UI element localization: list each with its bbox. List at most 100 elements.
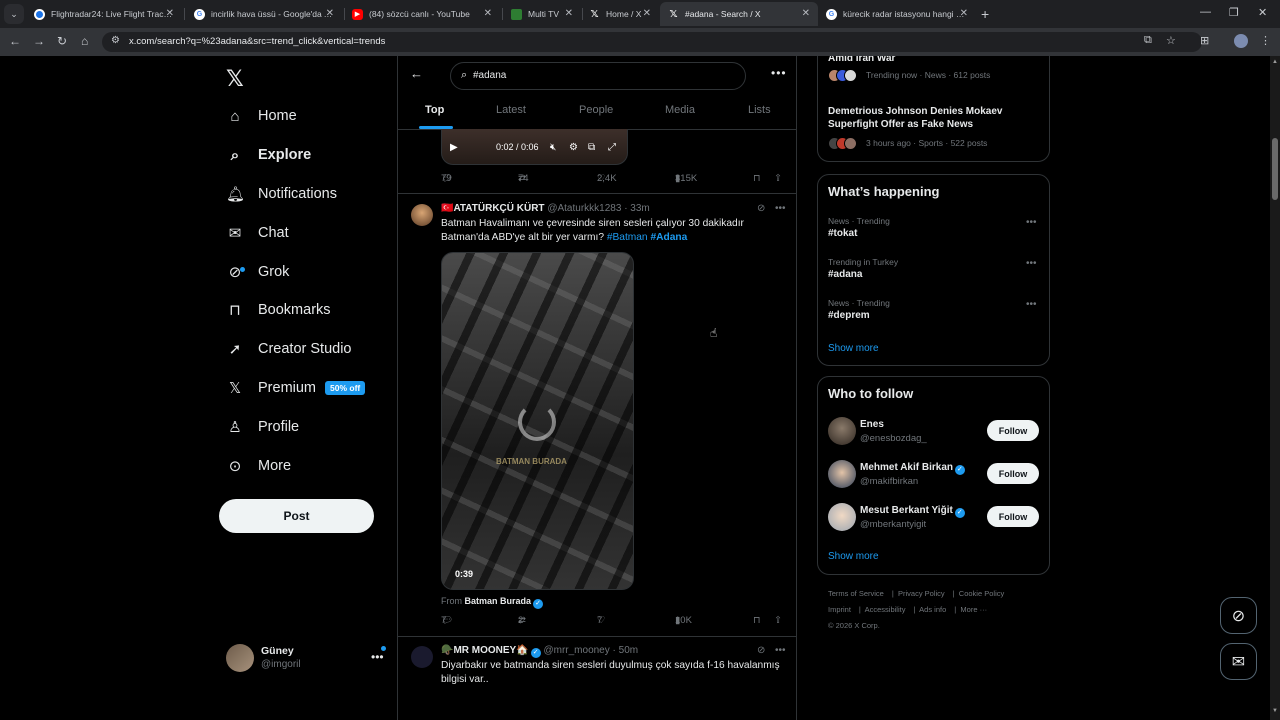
- trend-more-icon[interactable]: •••: [1026, 299, 1037, 310]
- site-info-icon[interactable]: ⚙: [111, 35, 120, 46]
- post-button[interactable]: Post: [219, 499, 374, 533]
- window-close-icon[interactable]: ✕: [1258, 6, 1267, 19]
- user-avatar[interactable]: [828, 460, 856, 488]
- trend-title[interactable]: #deprem: [828, 310, 870, 321]
- page-scrollbar[interactable]: ▲ ▼: [1270, 56, 1280, 720]
- follow-button[interactable]: Follow: [987, 420, 1039, 441]
- messages-fab-button[interactable]: ✉: [1220, 643, 1257, 680]
- account-more-icon[interactable]: •••: [371, 650, 384, 664]
- tab-close-icon[interactable]: ✕: [166, 8, 174, 19]
- search-options-icon[interactable]: •••: [771, 66, 787, 80]
- tab-people[interactable]: People: [579, 104, 613, 116]
- tweet-author-handle[interactable]: @Ataturkkk1283: [547, 203, 621, 214]
- tab-search-icon[interactable]: ⌄: [4, 4, 24, 24]
- tab-close-icon[interactable]: ✕: [960, 8, 968, 19]
- back-arrow-icon[interactable]: ←: [410, 66, 423, 81]
- tweet-time[interactable]: · 33m: [624, 203, 650, 214]
- previous-tweet-video[interactable]: ▶ 0:02 / 0:06 🔇︎ ⚙ ⧉ ⤢: [441, 129, 628, 165]
- tweet-time[interactable]: · 50m: [613, 645, 639, 656]
- browser-tab-google-kurecik[interactable]: G kürecik radar istasyonu hangi ülke ✕: [818, 2, 976, 26]
- browser-forward-icon[interactable]: →: [33, 34, 45, 48]
- footer-link-cookie[interactable]: Cookie Policy: [959, 589, 1004, 598]
- play-icon[interactable]: ▶: [450, 142, 458, 153]
- hashtag-link[interactable]: #Adana: [650, 232, 687, 243]
- footer-link-accessibility[interactable]: Accessibility: [865, 605, 906, 614]
- news-headline[interactable]: Demetrious Johnson Denies Mokaev Superfi…: [828, 105, 1038, 131]
- browser-tab-flightradar[interactable]: Flightradar24: Live Flight Tracker ✕: [26, 2, 182, 26]
- user-name-row[interactable]: Mesut Berkant Yiğit ✓: [860, 505, 965, 518]
- tab-close-icon[interactable]: ✕: [802, 8, 810, 19]
- tweet-video[interactable]: BATMAN BURADA 0:39: [441, 252, 634, 590]
- nav-more[interactable]: ⊙ More: [226, 453, 291, 479]
- nav-notifications[interactable]: 🔔︎ Notifications: [226, 181, 337, 207]
- tweet-more-icon[interactable]: •••: [775, 645, 786, 656]
- nav-chat[interactable]: ✉ Chat: [226, 220, 289, 246]
- grok-explain-icon[interactable]: ⊘: [757, 645, 765, 656]
- url-bar[interactable]: ⚙ x.com/search?q=%23adana&src=trend_clic…: [102, 32, 1202, 52]
- nav-home[interactable]: ⌂ Home: [226, 103, 296, 129]
- nav-explore[interactable]: ⌕ Explore: [226, 142, 311, 168]
- browser-tab-x-search[interactable]: 𝕏 #adana - Search / X ✕: [660, 2, 818, 26]
- tab-close-icon[interactable]: ✕: [643, 8, 651, 19]
- follow-button[interactable]: Follow: [987, 506, 1039, 527]
- account-switcher[interactable]: Güney @imgoril •••: [226, 642, 386, 678]
- trend-more-icon[interactable]: •••: [1026, 217, 1037, 228]
- nav-bookmarks[interactable]: ⊓ Bookmarks: [226, 297, 330, 323]
- browser-home-icon[interactable]: ⌂: [81, 34, 88, 48]
- footer-link-imprint[interactable]: Imprint: [828, 605, 851, 614]
- follow-button[interactable]: Follow: [987, 463, 1039, 484]
- trend-title[interactable]: #adana: [828, 269, 862, 280]
- browser-menu-icon[interactable]: ⋮: [1260, 34, 1271, 47]
- user-avatar[interactable]: [828, 417, 856, 445]
- tab-close-icon[interactable]: ✕: [565, 8, 573, 19]
- hashtag-link[interactable]: #Batman: [607, 232, 648, 243]
- user-name[interactable]: Enes: [860, 419, 884, 430]
- tweet-author-handle[interactable]: @mrr_mooney: [543, 645, 609, 656]
- grok-fab-button[interactable]: ⊘: [1220, 597, 1257, 634]
- user-avatar[interactable]: [828, 503, 856, 531]
- tweet-avatar[interactable]: [411, 646, 433, 668]
- bookmark-star-icon[interactable]: ☆: [1166, 34, 1176, 47]
- bookmark-icon[interactable]: ⊓: [753, 173, 760, 184]
- nav-premium[interactable]: 𝕏 Premium 50% off: [226, 375, 366, 401]
- footer-link-more[interactable]: More ···: [960, 605, 987, 614]
- browser-tab-x-home[interactable]: 𝕏 Home / X ✕: [581, 2, 659, 26]
- nav-creator-studio[interactable]: ➚ Creator Studio: [226, 336, 352, 362]
- scrollbar-thumb[interactable]: [1272, 138, 1278, 200]
- pip-icon[interactable]: ⧉: [588, 142, 595, 153]
- browser-tab-multitv[interactable]: Multi TV ✕: [503, 2, 581, 26]
- browser-back-icon[interactable]: ←: [9, 34, 21, 48]
- footer-link-privacy[interactable]: Privacy Policy: [898, 589, 945, 598]
- tab-lists[interactable]: Lists: [748, 104, 771, 116]
- scroll-up-icon[interactable]: ▲: [1272, 59, 1278, 65]
- tweet-author-name[interactable]: 🪖MR MOONEY🏠: [441, 645, 529, 656]
- tab-latest[interactable]: Latest: [496, 104, 526, 116]
- mute-icon[interactable]: 🔇︎: [550, 142, 556, 153]
- source-account-link[interactable]: Batman Burada: [465, 596, 532, 606]
- footer-link-ads[interactable]: Ads info: [919, 605, 946, 614]
- trend-more-icon[interactable]: •••: [1026, 258, 1037, 269]
- show-more-follow-link[interactable]: Show more: [828, 551, 879, 562]
- tweet-author-name[interactable]: 🇹🇷ATATÜRKÇÜ KÜRT: [441, 203, 545, 214]
- share-icon[interactable]: ⇪: [774, 173, 782, 184]
- search-input[interactable]: ⌕ #adana: [450, 62, 746, 90]
- extensions-icon[interactable]: ⊞: [1200, 34, 1209, 47]
- bookmark-icon[interactable]: ⊓: [753, 615, 760, 626]
- minimize-icon[interactable]: —: [1200, 6, 1211, 18]
- scroll-down-icon[interactable]: ▼: [1272, 708, 1278, 714]
- nav-grok[interactable]: ⊘ Grok: [226, 259, 290, 285]
- grok-explain-icon[interactable]: ⊘: [757, 203, 765, 214]
- footer-link-terms[interactable]: Terms of Service: [828, 589, 884, 598]
- nav-profile[interactable]: ♙ Profile: [226, 414, 299, 440]
- new-tab-icon[interactable]: +: [981, 6, 989, 22]
- browser-tab-youtube[interactable]: ▶ (84) sözcü canlı - YouTube ✕: [344, 2, 500, 26]
- x-logo-icon[interactable]: 𝕏: [226, 66, 244, 92]
- settings-icon[interactable]: ⚙: [569, 142, 578, 153]
- news-headline[interactable]: Amid Iran War: [828, 56, 1038, 65]
- tab-close-icon[interactable]: ✕: [484, 8, 492, 19]
- trend-title[interactable]: #tokat: [828, 228, 857, 239]
- share-icon[interactable]: ⇪: [774, 615, 782, 626]
- tab-top[interactable]: Top: [425, 104, 444, 116]
- browser-tab-google[interactable]: G incirlik hava üssü - Google'da Ara ✕: [186, 2, 342, 26]
- tweet-avatar[interactable]: [411, 204, 433, 226]
